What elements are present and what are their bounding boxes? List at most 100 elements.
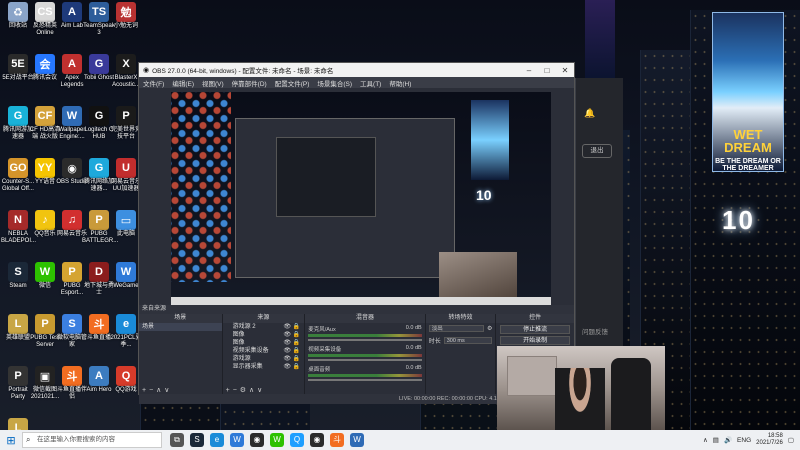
logitech-icon: G xyxy=(89,106,109,126)
add-transition-icon[interactable]: ⚙ xyxy=(487,325,492,332)
cs-online-icon: CS xyxy=(35,2,55,22)
obs-title-bar[interactable]: ◉ OBS 27.0.0 (64-bit, windows) - 配置文件: 未… xyxy=(139,63,574,77)
duration-label: 时长 xyxy=(428,339,441,345)
search-box[interactable]: ⌕ 在这里输入你要搜索的内容 xyxy=(22,432,162,448)
minimize-icon[interactable]: – xyxy=(520,66,538,75)
volume-meter xyxy=(308,334,422,337)
edge-icon[interactable]: e xyxy=(210,433,224,447)
maximize-icon[interactable]: □ xyxy=(538,66,556,75)
taskbar-apps: ⧉ Se W ◉ W Q ◉ 斗 W xyxy=(170,433,364,447)
cf-icon: CF xyxy=(35,106,55,126)
douyu-icon[interactable]: 斗 xyxy=(330,433,344,447)
obs-icon[interactable]: ◉ xyxy=(250,433,264,447)
volume-meter xyxy=(308,354,422,357)
taskbar: ⊞ ⌕ 在这里输入你要搜索的内容 ⧉ Se W ◉ W Q ◉ 斗 W ∧ ▤ 🔊 ENG 18… xyxy=(0,430,800,450)
menu-item[interactable]: 停靠部件(D) xyxy=(232,78,267,88)
csgo-icon: GO xyxy=(8,158,28,178)
menu-item[interactable]: 文件(F) xyxy=(143,78,164,88)
source-item[interactable]: 图像 👁 🔒 xyxy=(223,339,305,347)
search-placeholder: 在这里输入你要搜索的内容 xyxy=(37,436,115,443)
clock-date: 2021/7/26 xyxy=(756,440,783,446)
windows-start-icon[interactable]: ⊞ xyxy=(0,434,22,447)
wallpaper-engine-icon[interactable]: W xyxy=(350,433,364,447)
visibility-lock-icon[interactable]: 👁 🔒 xyxy=(283,331,300,339)
sources-list: 游戏源 2 👁 🔒 图像 👁 🔒 图像 👁 🔒 视频采集设备 👁 🔒 游戏源 👁 🔒 显示器采集 👁 … xyxy=(223,323,305,371)
menu-item[interactable]: 编辑(E) xyxy=(172,78,194,88)
tobii-icon: G xyxy=(89,54,109,74)
yy-icon: YY xyxy=(35,158,55,178)
dnf-icon: D xyxy=(89,262,109,282)
close-icon[interactable]: ✕ xyxy=(556,66,574,75)
scene-bar: 来自来源 xyxy=(139,305,574,314)
obs-preview[interactable]: 10 xyxy=(171,92,551,305)
source-tools[interactable]: +−⚙∧∨ xyxy=(226,386,266,394)
chevron-up-icon[interactable]: ∧ xyxy=(703,436,708,444)
poster-subtitle: BE THE DREAM OR THE DREAMER xyxy=(715,158,781,172)
menu-item[interactable]: 配置文件(P) xyxy=(275,78,310,88)
wegame-icon[interactable]: W xyxy=(230,433,244,447)
volume-icon[interactable]: 🔊 xyxy=(724,436,732,444)
obs-icon[interactable]: ◉ xyxy=(310,433,324,447)
5e-icon: 5E xyxy=(8,54,28,74)
stop-streaming-button[interactable]: 停止推流 xyxy=(500,325,570,334)
visibility-lock-icon[interactable]: 👁 🔒 xyxy=(283,323,300,331)
steam-icon[interactable]: S xyxy=(190,433,204,447)
visibility-lock-icon[interactable]: 👁 🔒 xyxy=(283,363,300,371)
preview-nested-obs xyxy=(235,118,455,278)
transition-type-row[interactable]: 淡出 ⚙ xyxy=(426,323,496,334)
exit-button[interactable]: 退出 xyxy=(582,144,612,158)
volume-slider[interactable] xyxy=(308,339,422,341)
accelerator-icon: G xyxy=(89,158,109,178)
transition-duration-row: 时长 300 ms xyxy=(426,334,496,347)
qq-icon[interactable]: Q xyxy=(290,433,304,447)
game-icon: P xyxy=(8,366,28,386)
blasterx-icon: X xyxy=(116,54,136,74)
wechat-icon: W xyxy=(35,262,55,282)
visibility-lock-icon[interactable]: 👁 🔒 xyxy=(283,339,300,347)
neon-number: 10 xyxy=(722,205,755,235)
menu-item[interactable]: 帮助(H) xyxy=(389,78,411,88)
menu-item[interactable]: 场景集合(S) xyxy=(317,78,352,88)
source-label: 游戏源 2 xyxy=(232,324,256,330)
teamspeak-icon: TS xyxy=(89,2,109,22)
apex-icon: A xyxy=(62,54,82,74)
network-icon[interactable]: ▤ xyxy=(713,436,719,444)
menu-item[interactable]: 工具(T) xyxy=(360,78,381,88)
channel-db: 0.0 dB xyxy=(405,365,422,371)
wechat-icon[interactable]: W xyxy=(270,433,284,447)
transitions-dock: 转场特效 淡出 ⚙ 时长 300 ms xyxy=(425,314,496,396)
notification-icon[interactable]: ▢ xyxy=(788,436,794,444)
source-item[interactable]: 视频采集设备 👁 🔒 xyxy=(223,347,305,355)
preview-desktop-icons xyxy=(171,92,231,282)
volume-slider[interactable] xyxy=(308,359,422,361)
clock[interactable]: 18:58 2021/7/26 xyxy=(756,433,783,447)
qq-music-icon: ♪ xyxy=(35,210,55,230)
mixer-channels: 麦克风/Aux 0.0 dB 视频采集设备 0.0 dB 桌面音频 0.0 dB xyxy=(305,323,424,383)
desktop-icon[interactable]: 勉小勉无词 xyxy=(109,2,143,30)
task-view-icon[interactable]: ⧉ xyxy=(170,433,184,447)
mixer-channel: 麦克风/Aux 0.0 dB xyxy=(305,323,424,343)
source-item[interactable]: 图像 👁 🔒 xyxy=(223,331,305,339)
source-item[interactable]: 游戏源 2 👁 🔒 xyxy=(223,323,305,331)
bell-icon[interactable]: 🔔 xyxy=(584,108,595,119)
volume-slider[interactable] xyxy=(308,379,422,381)
obs-icon: ◉ xyxy=(62,158,82,178)
channel-db: 0.0 dB xyxy=(405,325,422,331)
obs-logo-icon: ◉ xyxy=(143,67,150,74)
scene-item[interactable]: 场景 xyxy=(139,323,222,331)
scene-tools[interactable]: +−∧∨ xyxy=(142,386,172,394)
channel-name: 视频采集设备 xyxy=(308,347,342,353)
source-item[interactable]: 游戏源 👁 🔒 xyxy=(223,355,305,363)
scenes-header: 场景 xyxy=(139,314,222,323)
start-recording-button[interactable]: 开始录制 xyxy=(500,336,570,345)
visibility-lock-icon[interactable]: 👁 🔒 xyxy=(283,347,300,355)
language-indicator[interactable]: ENG xyxy=(737,437,751,444)
transition-select[interactable]: 淡出 xyxy=(428,325,484,332)
menu-item[interactable]: 视图(V) xyxy=(202,78,224,88)
search-icon: ⌕ xyxy=(26,435,31,444)
source-item[interactable]: 显示器采集 👁 🔒 xyxy=(223,363,305,371)
duration-input[interactable]: 300 ms xyxy=(443,337,493,344)
feedback-link[interactable]: 问题反馈 xyxy=(582,326,608,336)
visibility-lock-icon[interactable]: 👁 🔒 xyxy=(283,355,300,363)
lol-icon: L xyxy=(8,314,28,334)
